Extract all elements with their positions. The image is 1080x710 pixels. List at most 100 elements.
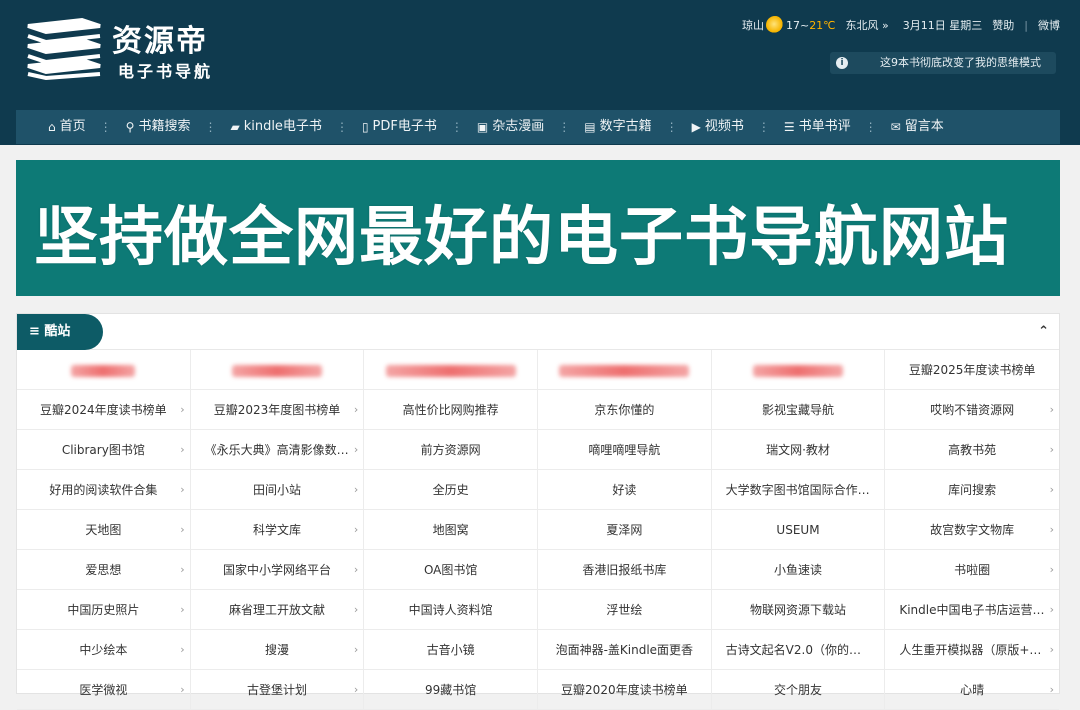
site-link[interactable]: 浮世绘 xyxy=(538,590,712,630)
site-link[interactable]: 科学文库 › xyxy=(190,510,365,550)
nav-item-list[interactable]: ☰ 书单书评 xyxy=(770,110,865,144)
site-link[interactable]: 田间小站 › xyxy=(190,470,365,510)
site-link[interactable]: 香港旧报纸书库 xyxy=(538,550,712,590)
site-link[interactable]: 中少绘本 › xyxy=(17,630,191,670)
site-link[interactable] xyxy=(17,350,191,390)
site-link[interactable] xyxy=(190,350,365,390)
site-link-label: USEUM xyxy=(776,523,820,537)
site-link[interactable]: 《永乐大典》高清影像数据库 › xyxy=(190,430,365,470)
site-link[interactable]: 库问搜索 › xyxy=(885,470,1059,510)
site-link[interactable] xyxy=(538,350,712,390)
chevron-right-icon: › xyxy=(180,443,185,456)
site-link[interactable]: 搜漫 › xyxy=(190,630,365,670)
site-link[interactable]: 哎哟不错资源网 › xyxy=(885,390,1059,430)
redacted-link-blur xyxy=(752,364,843,377)
book-icon: ▰ xyxy=(230,120,240,134)
nav-item-video[interactable]: ▶ 视频书 xyxy=(678,110,758,144)
site-link[interactable]: 京东你懂的 xyxy=(538,390,712,430)
site-link-label: 科学文库 xyxy=(252,523,301,537)
site-link-label: 爱思想 xyxy=(85,563,122,577)
nav-item-home[interactable]: ⌂ 首页 xyxy=(16,110,100,144)
sponsor-link[interactable]: 赞助 xyxy=(992,17,1014,33)
hero-banner[interactable]: 坚持做全网最好的电子书导航网站 xyxy=(16,160,1060,296)
site-link[interactable]: 豆瓣2025年度读书榜单 xyxy=(885,350,1059,390)
site-link[interactable]: 豆瓣2020年度读书榜单 xyxy=(538,670,712,710)
weather-location[interactable]: 琼山 xyxy=(742,17,764,33)
site-link[interactable]: OA图书馆 xyxy=(364,550,538,590)
site-link-label: 心晴 xyxy=(960,683,985,697)
site-link[interactable]: 中国诗人资料馆 xyxy=(364,590,538,630)
site-link[interactable]: 好用的阅读软件合集 › xyxy=(17,470,191,510)
site-link[interactable]: 物联网资源下载站 xyxy=(711,590,886,630)
site-link[interactable]: 夏泽网 xyxy=(538,510,712,550)
site-link[interactable]: 故宫数字文物库 › xyxy=(885,510,1059,550)
nav-item-comment[interactable]: ✉ 留言本 xyxy=(877,110,958,144)
collapse-chevron-up-icon[interactable]: ⌃ xyxy=(1038,324,1049,339)
site-link[interactable]: 爱思想 › xyxy=(17,550,191,590)
site-link[interactable]: 天地图 › xyxy=(17,510,191,550)
site-link[interactable]: Kindle中国电子书店运营调... › xyxy=(885,590,1059,630)
site-link-label: 豆瓣2020年度读书榜单 xyxy=(561,683,688,697)
site-link[interactable]: 中国历史照片 › xyxy=(17,590,191,630)
site-link[interactable]: 交个朋友 xyxy=(711,670,886,710)
redacted-link-blur xyxy=(385,364,516,377)
nav-item-book[interactable]: ▰ kindle电子书 xyxy=(216,110,335,144)
site-link[interactable]: 人生重开模拟器（原版+修... › xyxy=(885,630,1059,670)
site-link[interactable]: 影视宝藏导航 xyxy=(711,390,886,430)
panel-tag-cool-sites[interactable]: ≡ 酷站 xyxy=(17,314,103,350)
site-link[interactable]: 国家中小学网络平台 › xyxy=(190,550,365,590)
site-link[interactable]: 地图窝 xyxy=(364,510,538,550)
nav-item-image[interactable]: ▣ 杂志漫画 xyxy=(463,110,558,144)
site-link[interactable]: 嘀哩嘀哩导航 xyxy=(538,430,712,470)
wind-direction[interactable]: 东北风 » xyxy=(846,17,889,33)
nav-item-label: 视频书 xyxy=(704,119,744,134)
site-link[interactable]: 古登堡计划 › xyxy=(190,670,365,710)
redacted-link-blur xyxy=(71,364,136,377)
site-link-label: 人生重开模拟器（原版+修... xyxy=(899,643,1053,657)
nav-item-label: 书籍搜索 xyxy=(138,119,191,134)
site-link-label: 哎哟不错资源网 xyxy=(930,403,1015,417)
site-link[interactable]: 前方资源网 xyxy=(364,430,538,470)
site-link[interactable]: 小鱼速读 xyxy=(711,550,886,590)
site-link[interactable]: 心晴 › xyxy=(885,670,1059,710)
nav-item-search[interactable]: ⚲ 书籍搜索 xyxy=(112,110,205,144)
site-link[interactable] xyxy=(711,350,886,390)
site-link[interactable]: 99藏书馆 xyxy=(364,670,538,710)
site-link-label: 高教书苑 xyxy=(948,443,997,457)
nav-item-label: 首页 xyxy=(59,119,86,134)
site-link[interactable]: USEUM xyxy=(711,510,886,550)
site-link[interactable]: 豆瓣2023年度图书榜单 › xyxy=(190,390,365,430)
site-link-label: 田间小站 xyxy=(252,483,301,497)
nav-item-doc[interactable]: ▤ 数字古籍 xyxy=(570,110,665,144)
site-link[interactable]: 高性价比网购推荐 xyxy=(364,390,538,430)
site-link[interactable]: Clibrary图书馆 › xyxy=(17,430,191,470)
site-link[interactable]: 医学微视 › xyxy=(17,670,191,710)
site-link-label: 京东你懂的 xyxy=(594,403,655,417)
site-link[interactable] xyxy=(364,350,538,390)
nav-item-label: 数字古籍 xyxy=(599,119,652,134)
site-link-label: 天地图 xyxy=(85,523,122,537)
weibo-link[interactable]: 微博 xyxy=(1038,17,1060,33)
site-link[interactable]: 泡面神器-盖Kindle面更香 xyxy=(538,630,712,670)
site-link[interactable]: 书啦圈 › xyxy=(885,550,1059,590)
site-link[interactable]: 古音小镜 xyxy=(364,630,538,670)
nav-item-file[interactable]: ▯ PDF电子书 xyxy=(348,110,451,144)
main-nav: ⌂ 首页 ⋮ ⚲ 书籍搜索 ⋮ ▰ kindle电子书 ⋮ ▯ PDF电子书 ⋮ ▣ 杂志漫画 ⋮ ▤ 数字古籍… xyxy=(16,110,1060,144)
site-link[interactable]: 高教书苑 › xyxy=(885,430,1059,470)
notice-text[interactable]: 这9本书彻底改变了我的思维模式 xyxy=(880,52,1041,74)
site-link[interactable]: 好读 xyxy=(538,470,712,510)
site-link[interactable]: 豆瓣2024年度读书榜单 › xyxy=(17,390,191,430)
site-logo[interactable]: 资源帝 电子书导航 xyxy=(22,12,222,82)
topbar-divider: | xyxy=(1024,18,1028,32)
nav-separator: ⋮ xyxy=(335,120,348,134)
site-link[interactable]: 全历史 xyxy=(364,470,538,510)
site-link[interactable]: 大学数字图书馆国际合作计划 xyxy=(711,470,886,510)
site-link-label: 前方资源网 xyxy=(420,443,481,457)
site-link[interactable]: 麻省理工开放文献 › xyxy=(190,590,365,630)
notice-bar[interactable]: i 这9本书彻底改变了我的思维模式 xyxy=(830,52,1056,74)
nav-item-label: PDF电子书 xyxy=(372,119,437,134)
chevron-right-icon: › xyxy=(1049,603,1054,616)
site-link-label: 影视宝藏导航 xyxy=(761,403,834,417)
site-link[interactable]: 瑞文网·教材 xyxy=(711,430,886,470)
site-link[interactable]: 古诗文起名V2.0（你的名字） xyxy=(711,630,886,670)
